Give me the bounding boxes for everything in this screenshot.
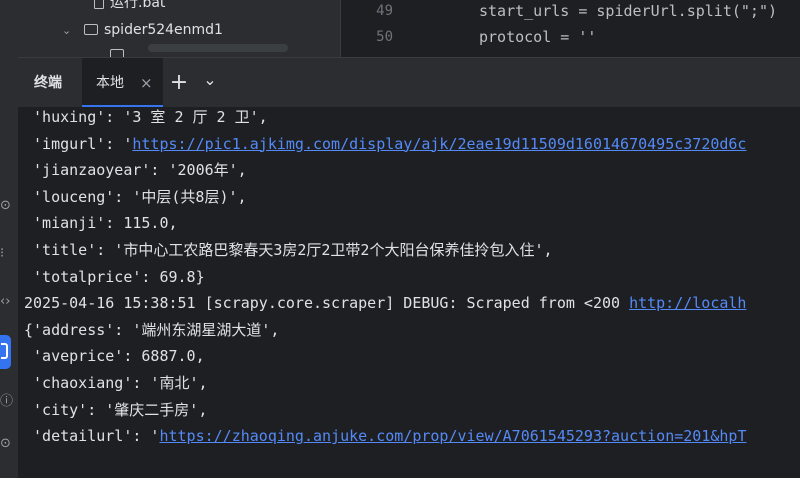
terminal-line: 'louceng': '中层(共8层)', bbox=[24, 184, 247, 210]
terminal-text: 'city': '肇庆二手房', bbox=[24, 400, 208, 419]
tree-item-label: 运行.bat bbox=[110, 0, 166, 11]
line-number: 50 bbox=[376, 29, 393, 45]
terminal-line: 'imgurl': 'https://pic1.ajkimg.com/displ… bbox=[24, 131, 746, 157]
terminal-text: 'chaoxiang': '南北', bbox=[24, 374, 208, 392]
terminal-text: 'totalprice': 69.8} bbox=[24, 267, 205, 286]
code-editor[interactable]: 49 50 start_urls = spiderUrl.split(";") … bbox=[340, 0, 800, 57]
services-icon[interactable]: ⊙ bbox=[0, 434, 14, 454]
close-icon[interactable]: × bbox=[140, 58, 153, 108]
terminal-line: 'title': '市中心工农路巴黎春天3房2厅2卫带2个大阳台保养佳拎包入住'… bbox=[24, 237, 553, 263]
folder-icon bbox=[84, 24, 98, 35]
tab-label: 本地 bbox=[96, 75, 124, 91]
terminal-text: {'address': '端州东湖星湖大道', bbox=[24, 320, 280, 339]
terminal-link[interactable]: https://pic1.ajkimg.com/display/ajk/2eae… bbox=[132, 135, 746, 153]
tree-item-label: .. bbox=[130, 47, 139, 57]
tree-item-folder[interactable]: ⌄ spider524enmd1 bbox=[62, 20, 223, 40]
folder-icon bbox=[110, 49, 124, 57]
terminal-text: 'huxing': '3 室 2 厅 2 卫', bbox=[24, 108, 268, 126]
code-icon[interactable]: ‹› bbox=[0, 292, 14, 312]
tree-item-folder[interactable]: .. bbox=[110, 45, 139, 57]
terminal-line: 'mianji': 115.0, bbox=[24, 210, 178, 236]
tree-item-label: spider524enmd1 bbox=[104, 22, 223, 38]
terminal-line: 'huxing': '3 室 2 厅 2 卫', bbox=[24, 107, 268, 130]
terminal-link[interactable]: https://zhaoqing.anjuke.com/prop/view/A7… bbox=[159, 427, 746, 445]
chevron-down-icon[interactable]: ⌄ bbox=[200, 58, 220, 108]
terminal-text: 'louceng': '中层(共8层)', bbox=[24, 187, 247, 206]
terminal-text: 'jianzaoyear': '2006年', bbox=[24, 161, 247, 180]
terminal-line: {'address': '端州东湖星湖大道', bbox=[24, 317, 279, 343]
chevron-down-icon[interactable]: ⌄ bbox=[62, 21, 74, 41]
plugin-icon[interactable]: ⊙ bbox=[0, 196, 14, 216]
terminal-link[interactable]: http://localh bbox=[629, 294, 746, 312]
terminal-text: 2025-04-16 15:38:51 [scrapy.core.scraper… bbox=[24, 294, 630, 313]
terminal-line: 'city': '肇庆二手房', bbox=[24, 397, 207, 423]
terminal-header: 终端 本地 × + ⌄ bbox=[18, 57, 800, 108]
terminal-text: 'mianji': 115.0, bbox=[24, 214, 178, 233]
terminal-text: 'imgurl': ' bbox=[24, 134, 133, 153]
terminal-line: 2025-04-16 15:38:51 [scrapy.core.scraper… bbox=[24, 290, 746, 316]
project-tree-pane: 运行.bat ⌄ spider524enmd1 .. bbox=[18, 0, 340, 57]
code-line: protocol = '' bbox=[479, 28, 597, 46]
add-tab-button[interactable]: + bbox=[168, 58, 190, 108]
terminal-text: 'title': '市中心工农路巴黎春天3房2厅2卫带2个大阳台保养佳拎包入住'… bbox=[24, 241, 553, 259]
terminal-text: 'detailurl': ' bbox=[24, 427, 160, 446]
tab-local[interactable]: 本地 × bbox=[82, 58, 163, 108]
left-tool-strip: ⊙ ⁝ ‹› ⓘ ⊙ bbox=[0, 0, 19, 478]
line-number: 49 bbox=[376, 3, 393, 19]
terminal-line: 'totalprice': 69.8} bbox=[24, 264, 205, 290]
structure-icon[interactable]: ⁝ bbox=[0, 244, 14, 264]
terminal-text: 'aveprice': 6887.0, bbox=[24, 347, 205, 366]
file-icon bbox=[94, 0, 104, 9]
terminal-icon[interactable] bbox=[0, 335, 11, 369]
terminal-line: 'aveprice': 6887.0, bbox=[24, 343, 205, 369]
terminal-output[interactable]: 'huxing': '3 室 2 厅 2 卫', 'imgurl': 'http… bbox=[18, 107, 800, 478]
tree-item-file[interactable]: 运行.bat bbox=[94, 0, 165, 13]
ide-window: ⊙ ⁝ ‹› ⓘ ⊙ 运行.bat ⌄ spider524enmd1 .. 49 … bbox=[0, 0, 800, 478]
problems-icon[interactable]: ⓘ bbox=[0, 392, 14, 412]
terminal-title: 终端 bbox=[34, 75, 62, 91]
code-line: start_urls = spiderUrl.split(";") bbox=[479, 2, 778, 20]
terminal-line: 'detailurl': 'https://zhaoqing.anjuke.co… bbox=[24, 423, 746, 449]
horizontal-scrollbar[interactable] bbox=[148, 44, 288, 52]
terminal-line: 'chaoxiang': '南北', bbox=[24, 370, 208, 396]
terminal-line: 'jianzaoyear': '2006年', bbox=[24, 157, 247, 183]
